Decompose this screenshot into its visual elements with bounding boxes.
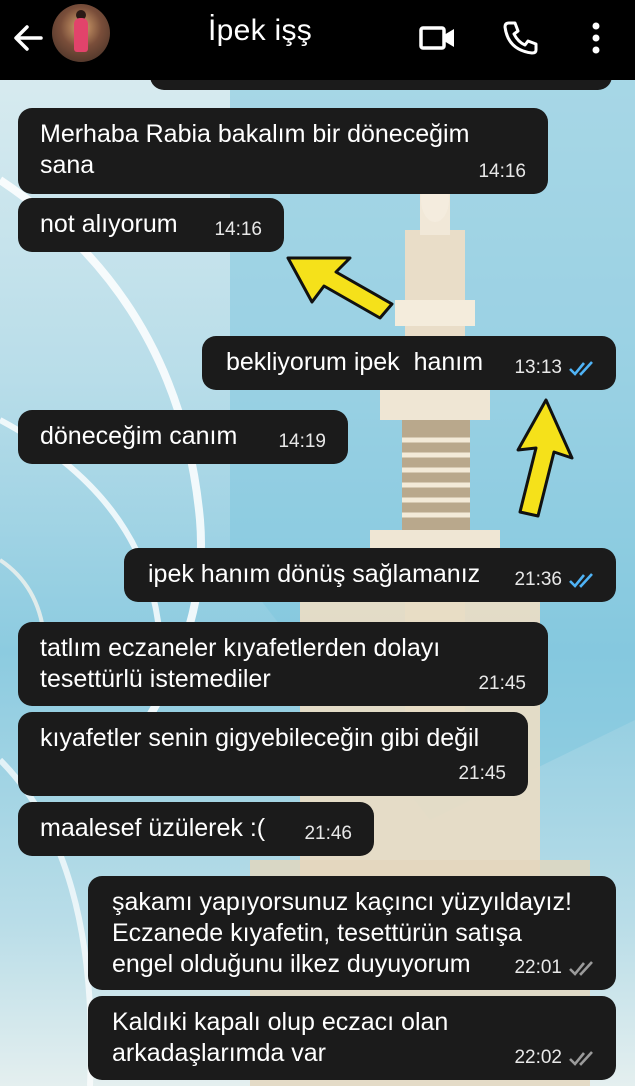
message-outgoing[interactable]: ipek hanım dönüş sağlamanız 21:36 (124, 548, 616, 602)
message-time: 22:01 (514, 957, 562, 978)
delivered-receipt-icon (569, 1050, 593, 1066)
message-text: Merhaba Rabia bakalım bir döneceğim sana (40, 120, 470, 179)
message-time: 14:16 (214, 219, 262, 240)
message-meta: 13:13 (514, 352, 598, 383)
message-text: tatlım eczaneler kıyafetlerden dolayı te… (40, 634, 441, 693)
message-text: döneceğim canım (40, 422, 238, 450)
message-time: 21:36 (514, 569, 562, 590)
message-meta: 21:45 (478, 668, 526, 699)
message-meta: 21:46 (304, 818, 352, 849)
message-meta: 21:45 (458, 758, 506, 789)
message-text: Kaldıki kapalı olup eczacı olan arkadaşl… (112, 1008, 449, 1067)
message-incoming[interactable]: Merhaba Rabia bakalım bir döneceğim sana… (18, 108, 548, 194)
message-time: 13:13 (514, 357, 562, 378)
message-outgoing[interactable]: bekliyorum ipek hanım 13:13 (202, 336, 616, 390)
message-outgoing[interactable]: şakamı yapıyorsunuz kaçıncı yüzyıldayız!… (88, 876, 616, 990)
back-arrow-icon[interactable] (10, 20, 46, 56)
contact-name[interactable]: İpek işş (208, 14, 312, 48)
message-text: maalesef üzülerek :( (40, 814, 266, 842)
delivered-receipt-icon (569, 960, 593, 976)
message-meta: 22:01 (514, 952, 598, 983)
more-vert-icon[interactable] (580, 18, 620, 58)
message-text: kıyafetler senin gigyebileceğin gibi değ… (40, 724, 480, 752)
message-meta: 22:02 (514, 1042, 598, 1073)
message-meta: 21:36 (514, 564, 598, 595)
message-time: 22:02 (514, 1047, 562, 1068)
message-text: şakamı yapıyorsunuz kaçıncı yüzyıldayız!… (112, 888, 572, 978)
message-incoming[interactable]: not alıyorum 14:16 (18, 198, 284, 252)
message-time: 14:19 (278, 431, 326, 452)
message-text: not alıyorum (40, 210, 178, 238)
video-call-icon[interactable] (418, 18, 458, 58)
read-receipt-icon (569, 360, 593, 376)
read-receipt-icon (569, 572, 593, 588)
phone-icon[interactable] (500, 18, 540, 58)
message-outgoing[interactable]: Kaldıki kapalı olup eczacı olan arkadaşl… (88, 996, 616, 1080)
message-incoming[interactable]: tatlım eczaneler kıyafetlerden dolayı te… (18, 622, 548, 706)
message-time: 21:45 (458, 763, 506, 784)
message-incoming[interactable]: döneceğim canım 14:19 (18, 410, 348, 464)
message-time: 14:16 (478, 161, 526, 182)
message-text: bekliyorum ipek hanım (226, 348, 484, 376)
message-incoming[interactable]: maalesef üzülerek :( 21:46 (18, 802, 374, 856)
annotation-arrow-icon (516, 398, 574, 518)
avatar[interactable] (52, 4, 110, 62)
message-time: 21:45 (478, 673, 526, 694)
annotation-arrow-icon (286, 256, 394, 320)
message-meta: 14:16 (478, 156, 526, 187)
message-time: 21:46 (304, 823, 352, 844)
message-text: ipek hanım dönüş sağlamanız (148, 560, 481, 588)
chat-header: İpek işş (0, 0, 635, 80)
message-incoming[interactable]: kıyafetler senin gigyebileceğin gibi değ… (18, 712, 528, 796)
message-meta: 14:19 (278, 426, 326, 457)
message-list[interactable]: Merhaba Rabia bakalım bir döneceğim sana… (0, 0, 635, 1086)
message-meta: 14:16 (214, 214, 262, 245)
